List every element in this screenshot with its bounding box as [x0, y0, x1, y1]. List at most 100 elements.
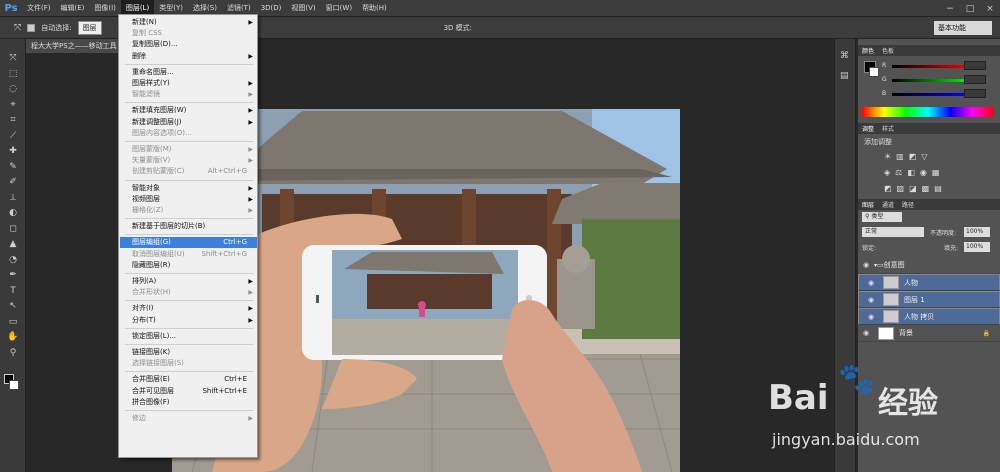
layer-menu-item[interactable]: 拼合图像(F) — [120, 397, 257, 408]
layer-menu-item[interactable]: 新建调整图层(J) ▶ — [120, 117, 257, 128]
layer-name: 背景 — [899, 329, 913, 337]
tool-icon-13[interactable]: ◔ — [7, 255, 19, 265]
layer-menu-item-shortcut: Shift+Ctrl+E — [202, 386, 247, 395]
eye-icon[interactable]: ◉ — [858, 329, 874, 337]
layer-thumbnail — [878, 326, 894, 340]
layer-menu-item: 复制 CSS — [120, 28, 257, 39]
tab-color[interactable]: 颜色 — [862, 46, 874, 55]
tool-icon-18[interactable]: ✋ — [7, 332, 19, 342]
layer-menu-item[interactable]: 合并图层(E) Ctrl+E — [120, 374, 257, 385]
3d-mode-label: 3D 模式: — [443, 23, 472, 32]
background-color-swatch[interactable] — [9, 380, 19, 390]
tool-icon-17[interactable]: ▭ — [7, 317, 19, 327]
layer-menu-item[interactable]: 图层样式(Y) ▶ — [120, 78, 257, 89]
workspace-select[interactable]: 基本功能 — [934, 21, 992, 35]
tab-channels[interactable]: 通道 — [882, 200, 894, 209]
menu-10[interactable]: 帮助(H) — [357, 0, 392, 17]
layer-menu-item[interactable]: 新建(N) ▶ — [120, 17, 257, 28]
layer-row[interactable]: ◉ ▾ ▭ 创意图 — [858, 257, 1000, 274]
color-spectrum[interactable] — [862, 107, 994, 117]
layer-menu-item[interactable]: 新建填充图层(W) ▶ — [120, 105, 257, 116]
tool-icon-2[interactable]: ◌ — [7, 84, 19, 94]
tool-icon-5[interactable]: ⟋ — [7, 131, 19, 141]
layer-menu-item[interactable]: 重命名图层... — [120, 67, 257, 78]
tool-icon-0[interactable]: ⤧ — [7, 53, 19, 63]
layer-row[interactable]: ◉ 图层 1 — [858, 291, 1000, 308]
auto-select-dropdown[interactable]: 图层 — [77, 20, 102, 35]
tool-icon-9[interactable]: ⟂ — [7, 193, 19, 203]
menu-7[interactable]: 3D(D) — [256, 0, 287, 17]
blend-mode-select[interactable]: 正常 — [862, 227, 924, 237]
tab-swatches[interactable]: 色板 — [882, 46, 894, 55]
tool-icon-3[interactable]: ⌖ — [7, 100, 19, 110]
menu-1[interactable]: 编辑(E) — [56, 0, 90, 17]
eye-icon[interactable]: ◉ — [858, 261, 874, 269]
layer-menu-item[interactable]: 对齐(I) ▶ — [120, 303, 257, 314]
layer-menu-item[interactable]: 新建基于图层的切片(B) — [120, 221, 257, 232]
eye-icon[interactable]: ◉ — [863, 296, 879, 304]
eye-icon[interactable]: ◉ — [863, 279, 879, 287]
layer-filter-select[interactable]: ⚲ 类型 — [862, 212, 902, 222]
tool-icon-16[interactable]: ↖ — [7, 301, 19, 311]
tab-adjustments[interactable]: 调整 — [862, 124, 874, 133]
paw-icon: 🐾 — [838, 362, 876, 397]
minimize-icon[interactable]: − — [940, 0, 960, 17]
red-slider[interactable] — [892, 65, 972, 68]
blue-value[interactable] — [964, 89, 986, 98]
submenu-arrow-icon: ▶ — [248, 80, 253, 87]
eye-icon[interactable]: ◉ — [863, 313, 879, 321]
layer-menu-item-label: 复制 CSS — [132, 29, 162, 38]
tool-icon-1[interactable]: ⬚ — [7, 69, 19, 79]
tool-icon-8[interactable]: ✐ — [7, 177, 19, 187]
layer-menu-item[interactable]: 视频图层 ▶ — [120, 194, 257, 205]
tool-icon-19[interactable]: ⚲ — [7, 348, 19, 358]
maximize-icon[interactable]: □ — [960, 0, 980, 17]
menu-2[interactable]: 图像(I) — [89, 0, 121, 17]
auto-select-label: 自动选择: — [41, 23, 72, 32]
opacity-field[interactable]: 100% — [964, 227, 990, 237]
history-icon[interactable]: ⌘ — [840, 51, 852, 61]
layer-menu-item[interactable]: 隐藏图层(R) — [120, 260, 257, 271]
menu-0[interactable]: 文件(F) — [22, 0, 56, 17]
layer-menu-item[interactable]: 链接图层(K) — [120, 347, 257, 358]
tool-icon-10[interactable]: ◐ — [7, 208, 19, 218]
tool-icon-7[interactable]: ✎ — [7, 162, 19, 172]
fill-field[interactable]: 100% — [964, 242, 990, 252]
move-tool-icon[interactable]: ⤧ — [14, 23, 21, 33]
menu-separator — [125, 273, 253, 274]
menu-8[interactable]: 视图(V) — [286, 0, 320, 17]
tool-icon-4[interactable]: ⌗ — [7, 115, 19, 125]
blue-slider[interactable] — [892, 93, 972, 96]
panel-background-swatch[interactable] — [869, 67, 879, 77]
layer-row[interactable]: ◉ 背景 🔒 — [858, 325, 1000, 342]
auto-select-checkbox[interactable] — [27, 23, 36, 32]
layer-menu-dropdown: 新建(N) ▶ 复制 CSS 复制图层(D)... 删除 ▶ 重命名图层... 图层样式(Y)… — [118, 14, 258, 458]
layer-menu-item[interactable]: 删除 ▶ — [120, 51, 257, 62]
layer-menu-item[interactable]: 分布(T) ▶ — [120, 315, 257, 326]
tool-icon-15[interactable]: T — [7, 286, 19, 296]
layer-menu-item[interactable]: 智能对象 ▶ — [120, 183, 257, 194]
tool-icon-6[interactable]: ✚ — [7, 146, 19, 156]
layer-row[interactable]: ◉ 人物 拷贝 — [858, 308, 1000, 325]
menu-9[interactable]: 窗口(W) — [321, 0, 357, 17]
submenu-arrow-icon: ▶ — [248, 278, 253, 285]
adjustment-icons[interactable]: ☀▥◩▽ ◈⚖◧◉▦ ◩▨◪▩▤ — [884, 149, 984, 197]
layer-menu-item[interactable]: 排列(A) ▶ — [120, 276, 257, 287]
green-slider[interactable] — [892, 79, 972, 82]
layer-row[interactable]: ◉ 人物 — [858, 274, 1000, 291]
red-value[interactable] — [964, 61, 986, 70]
tab-paths[interactable]: 路径 — [902, 200, 914, 209]
tool-icon-11[interactable]: ◻ — [7, 224, 19, 234]
layer-menu-item[interactable]: 复制图层(D)... — [120, 39, 257, 50]
tool-icon-14[interactable]: ✒ — [7, 270, 19, 280]
layer-menu-item[interactable]: 合并可见图层 Shift+Ctrl+E — [120, 386, 257, 397]
close-icon[interactable]: × — [980, 0, 1000, 17]
channel-g-label: G — [882, 76, 887, 83]
layer-menu-item[interactable]: 图层编组(G) Ctrl+G — [120, 237, 257, 249]
tab-styles[interactable]: 样式 — [882, 124, 894, 133]
green-value[interactable] — [964, 75, 986, 84]
tab-layers[interactable]: 图层 — [862, 200, 874, 209]
layer-menu-item[interactable]: 锁定图层(L)... — [120, 331, 257, 342]
tool-icon-12[interactable]: ▲ — [7, 239, 19, 249]
properties-icon[interactable]: ▤ — [840, 71, 852, 81]
